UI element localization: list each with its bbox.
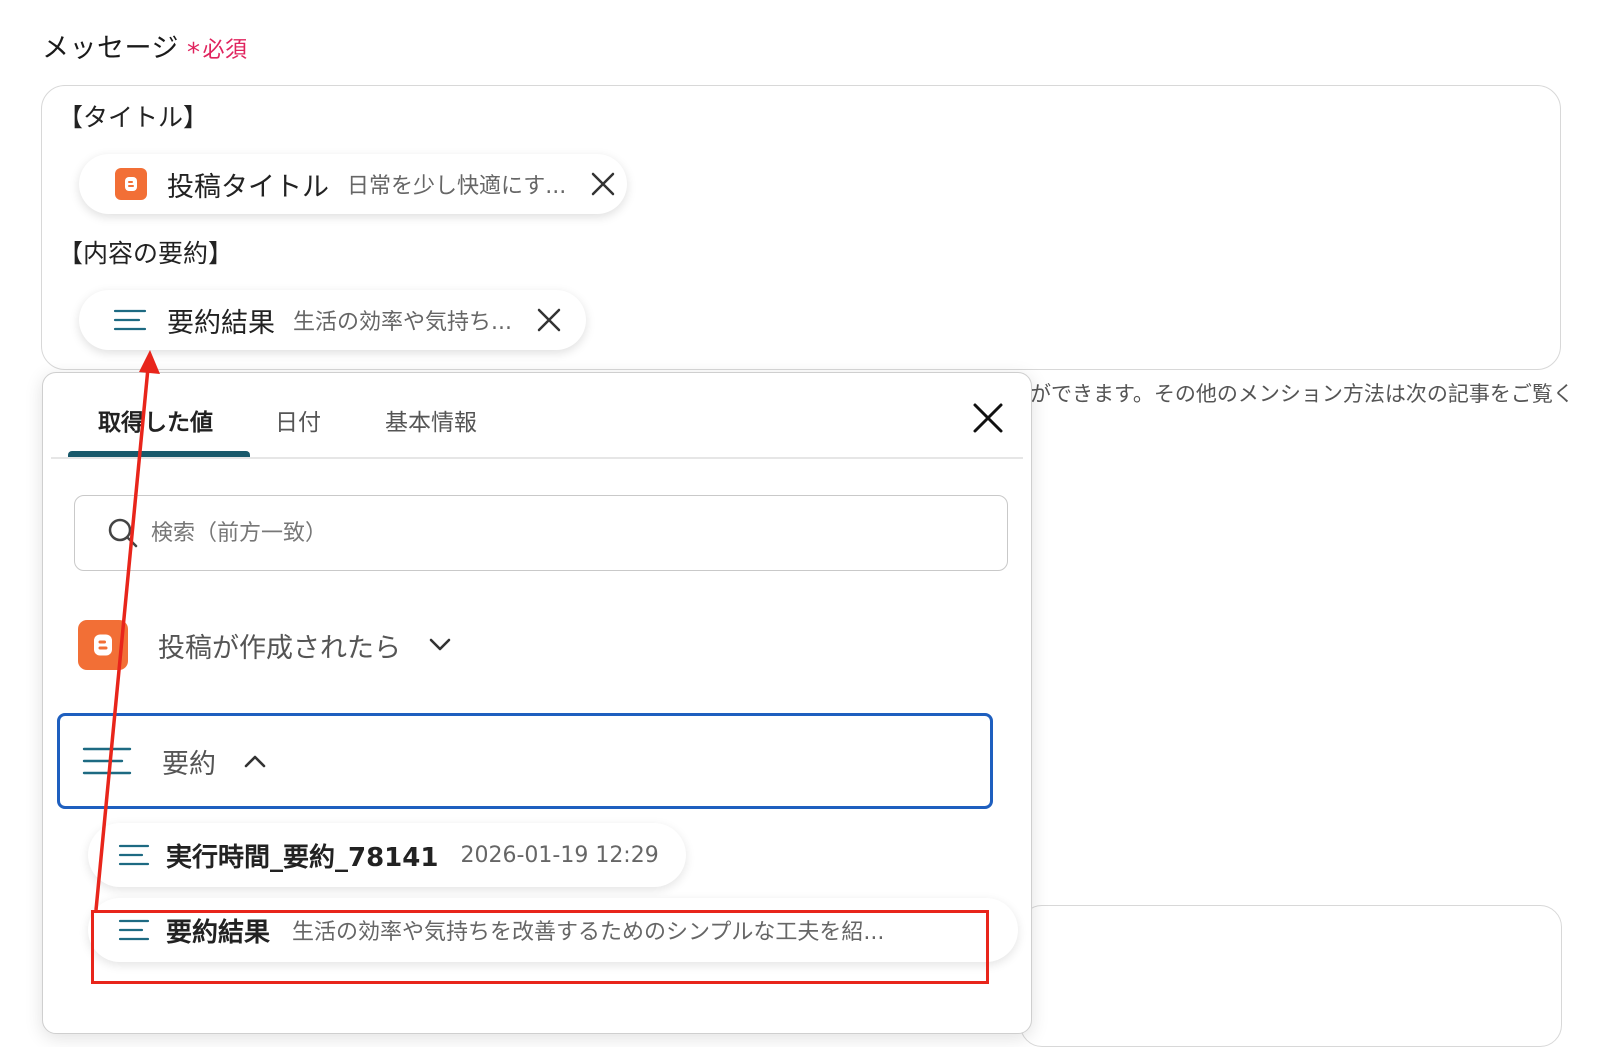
title-line-text: 【タイトル】 <box>58 103 209 132</box>
message-editor[interactable]: 【タイトル】 投稿タイトル 日常を少し快適にす... 【内容の要約】 要約結果 … <box>41 85 1561 370</box>
summary-line-text: 【内容の要約】 <box>58 239 234 268</box>
tab-acquired-values[interactable]: 取得した値 <box>98 403 213 437</box>
lines-icon <box>82 746 132 776</box>
list-item-execution-time[interactable]: 実行時間_要約_78141 2026-01-19 12:29 <box>88 823 686 887</box>
search-icon <box>107 517 139 549</box>
lines-icon <box>118 919 150 941</box>
next-field-box[interactable] <box>1020 905 1562 1047</box>
mention-helper-text: ができます。その他のメンション方法は次の記事をご覧く <box>1030 382 1574 406</box>
blogger-icon <box>115 168 147 200</box>
variable-chip-summary-result[interactable]: 要約結果 生活の効率や気持ち... <box>79 290 586 350</box>
variable-picker-popup: 取得した値 日付 基本情報 投稿が作成されたら 要約 実行時間_要約 <box>42 372 1032 1034</box>
chevron-up-icon[interactable] <box>244 754 266 768</box>
lines-icon <box>118 844 150 866</box>
field-label-text: メッセージ <box>42 33 179 64</box>
search-field[interactable] <box>74 495 1008 571</box>
close-icon[interactable] <box>536 307 562 333</box>
group-label: 要約 <box>162 748 216 780</box>
message-field-label: メッセージ *必須 <box>42 26 248 68</box>
group-post-created[interactable]: 投稿が作成されたら <box>78 620 451 670</box>
tab-date[interactable]: 日付 <box>275 403 321 437</box>
group-label: 投稿が作成されたら <box>158 632 401 664</box>
search-input[interactable] <box>149 519 933 547</box>
item-value: 生活の効率や気持ちを改善するためのシンプルな工夫を紹... <box>292 920 885 945</box>
tab-divider <box>51 457 1023 459</box>
required-text: 必須 <box>202 38 248 63</box>
required-mark: * <box>186 38 201 68</box>
lines-icon <box>113 308 147 332</box>
chip-value: 生活の効率や気持ち... <box>293 310 512 335</box>
group-summary[interactable]: 要約 <box>57 713 993 809</box>
chip-value: 日常を少し快適にす... <box>347 174 567 199</box>
tab-basic-info[interactable]: 基本情報 <box>385 403 477 437</box>
list-item-summary-result[interactable]: 要約結果 生活の効率や気持ちを改善するためのシンプルな工夫を紹... <box>88 898 1018 962</box>
chip-label: 投稿タイトル <box>167 171 329 203</box>
item-value: 2026-01-19 12:29 <box>460 842 659 868</box>
item-label: 実行時間_要約_78141 <box>166 842 439 873</box>
close-icon[interactable] <box>590 171 616 197</box>
item-label: 要約結果 <box>166 917 271 948</box>
blogger-icon <box>78 620 128 670</box>
chip-label: 要約結果 <box>167 307 275 339</box>
chevron-down-icon[interactable] <box>429 638 451 652</box>
close-icon[interactable] <box>971 401 1005 435</box>
variable-chip-post-title[interactable]: 投稿タイトル 日常を少し快適にす... <box>79 154 627 214</box>
